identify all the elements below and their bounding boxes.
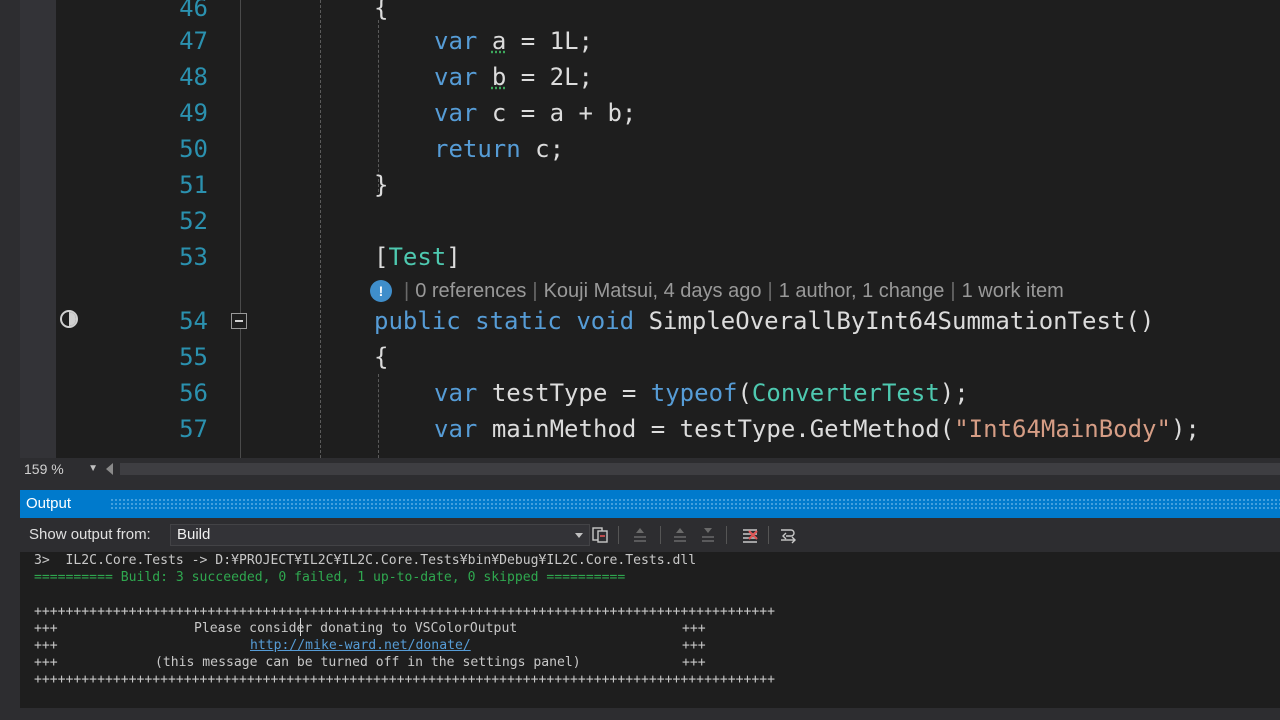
code-text: var b = 2L; <box>434 63 593 91</box>
donate-link[interactable]: http://mike-ward.net/donate/ <box>250 637 471 654</box>
code-text: var a = 1L; <box>434 27 593 55</box>
chevron-down-icon <box>575 533 583 538</box>
toolbar-separator <box>618 526 619 544</box>
line-number: 49 <box>179 99 208 127</box>
work-item-info-icon[interactable]: ! <box>370 280 392 302</box>
editor-status-bar: 159 % ▼ <box>20 458 1280 480</box>
line-number: 51 <box>179 171 208 199</box>
next-message-alt-icon[interactable] <box>698 525 718 545</box>
output-line: +++ <box>34 638 58 653</box>
left-edge-strip <box>0 0 20 720</box>
output-toolbar: Show output from: Build <box>20 518 1280 552</box>
code-text: var testType = typeof(ConverterTest); <box>434 379 969 407</box>
code-text: public static void SimpleOverallByInt64S… <box>374 307 1155 335</box>
toggle-word-wrap-icon[interactable] <box>778 525 798 545</box>
horizontal-scrollbar[interactable] <box>120 463 1280 475</box>
code-line[interactable]: 56 var testType = typeof(ConverterTest); <box>20 375 1280 411</box>
output-line: 3> IL2C.Core.Tests -> D:¥PROJECT¥IL2C¥IL… <box>34 553 697 568</box>
line-number: 53 <box>179 243 208 271</box>
codelens-references[interactable]: 0 references <box>415 280 526 303</box>
toolbar-separator <box>660 526 661 544</box>
output-source-value: Build <box>177 526 211 543</box>
codelens-author[interactable]: Kouji Matsui, 4 days ago <box>544 280 762 303</box>
code-text: [Test] <box>374 243 461 271</box>
output-bottom-edge <box>20 708 1280 720</box>
line-number: 54 <box>179 307 208 335</box>
codelens-work-items[interactable]: 1 work item <box>962 280 1064 303</box>
code-text: { <box>374 343 389 371</box>
clear-all-icon[interactable] <box>740 525 760 545</box>
scroll-left-arrow-icon[interactable] <box>106 463 113 475</box>
zoom-dropdown[interactable]: 159 % ▼ <box>22 458 102 480</box>
toolbar-separator <box>726 526 727 544</box>
find-message-icon[interactable] <box>590 525 610 545</box>
code-line[interactable]: 53 [Test] <box>20 239 1280 275</box>
output-line: ++++++++++++++++++++++++++++++++++++++++… <box>34 672 776 687</box>
drag-grip[interactable] <box>110 498 1280 510</box>
output-panel-header[interactable]: Output <box>20 490 1280 518</box>
code-line[interactable]: 47 var a = 1L; <box>20 23 1280 59</box>
output-line: ++++++++++++++++++++++++++++++++++++++++… <box>34 604 776 619</box>
chevron-down-icon: ▼ <box>88 463 98 474</box>
line-number: 52 <box>179 207 208 235</box>
output-panel-title: Output <box>26 495 72 512</box>
text-cursor-icon <box>300 618 302 636</box>
line-number: 57 <box>179 415 208 443</box>
code-line[interactable]: 54 public static void SimpleOverallByInt… <box>20 303 1280 339</box>
code-text: var c = a + b; <box>434 99 637 127</box>
code-line[interactable]: 55 { <box>20 339 1280 375</box>
code-line[interactable]: 52 <box>20 203 1280 239</box>
show-output-from-label: Show output from: <box>29 526 151 543</box>
output-line: ========== Build: 3 succeeded, 0 failed,… <box>34 570 626 585</box>
line-number: 47 <box>179 27 208 55</box>
code-line[interactable]: 48 var b = 2L; <box>20 59 1280 95</box>
output-source-select[interactable]: Build <box>170 524 590 546</box>
output-line: +++ <box>34 621 58 636</box>
output-line: +++ <box>682 638 706 653</box>
line-number: 48 <box>179 63 208 91</box>
codelens-changes[interactable]: 1 author, 1 change <box>779 280 945 303</box>
code-line[interactable]: 57 var mainMethod = testType.GetMethod("… <box>20 411 1280 447</box>
output-line: +++ <box>682 621 706 636</box>
code-text: } <box>374 171 389 199</box>
code-text: return c; <box>434 135 565 163</box>
code-line[interactable]: 51 } <box>20 167 1280 203</box>
output-text-area[interactable]: 3> IL2C.Core.Tests -> D:¥PROJECT¥IL2C¥IL… <box>20 552 1280 708</box>
output-line: (this message can be turned off in the s… <box>155 655 581 670</box>
toolbar-separator <box>768 526 769 544</box>
code-line[interactable]: 49 var c = a + b; <box>20 95 1280 131</box>
line-number: 56 <box>179 379 208 407</box>
output-line: +++ <box>682 655 706 670</box>
panel-divider[interactable] <box>20 480 1280 490</box>
code-text: var mainMethod = testType.GetMethod("Int… <box>434 415 1200 443</box>
line-number: 50 <box>179 135 208 163</box>
line-number: 55 <box>179 343 208 371</box>
zoom-level: 159 % <box>24 461 64 477</box>
previous-message-icon[interactable] <box>630 525 650 545</box>
next-message-icon[interactable] <box>670 525 690 545</box>
output-line: Please consider donating to VSColorOutpu… <box>194 621 518 636</box>
code-line[interactable]: 50 return c; <box>20 131 1280 167</box>
output-line: +++ <box>34 655 58 670</box>
code-editor[interactable]: 46 { 47 var a = 1L; 48 var b = 2L; 49 va… <box>20 0 1280 458</box>
